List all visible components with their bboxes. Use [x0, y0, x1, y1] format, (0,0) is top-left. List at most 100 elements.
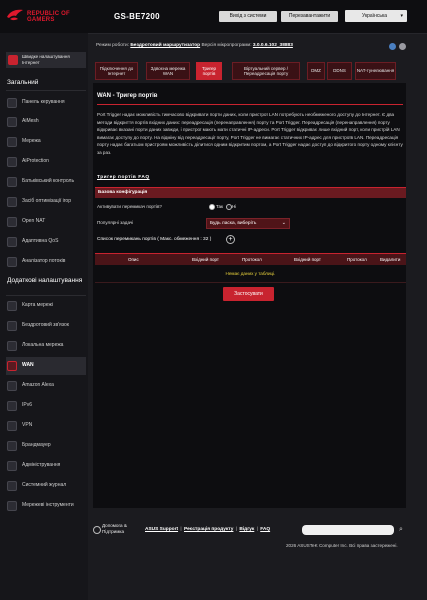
- sidebar-item-label: Системний журнал: [22, 482, 67, 488]
- log-icon: [7, 481, 17, 491]
- feedback-link[interactable]: Відгук: [239, 527, 254, 532]
- sidebar-item-label: VPN: [22, 422, 33, 428]
- sidebar-heading-general: Загальний: [7, 79, 39, 86]
- footer-search-input[interactable]: [302, 525, 394, 535]
- firmware-version-link[interactable]: 3.0.0.6.102_38883: [253, 43, 293, 48]
- gamepad-icon: [7, 197, 17, 207]
- vpn-icon: [7, 421, 17, 431]
- sidebar-item-network-tools[interactable]: Мережеві інструменти: [6, 497, 86, 515]
- parental-icon: [7, 177, 17, 187]
- mesh-icon: [7, 117, 17, 127]
- page-description: Port Trigger надає можливість тимчасово …: [97, 112, 403, 155]
- sidebar-item-lan[interactable]: Локальна мережа: [6, 337, 86, 355]
- faq-link[interactable]: Тригер портів FAQ: [97, 175, 150, 180]
- sidebar-item-label: Карта мережі: [22, 302, 53, 308]
- enable-yes-label: Так: [216, 204, 224, 209]
- brand-name: REPUBLIC OF GAMERS: [27, 11, 70, 23]
- basic-config-header: Базова конфігурація: [95, 187, 406, 198]
- tab-ddns[interactable]: DDNS: [327, 62, 352, 80]
- sidebar-item-label: Мережеві інструменти: [22, 502, 74, 508]
- app-icon[interactable]: [389, 43, 396, 50]
- sidebar-item-aiprotection[interactable]: AiProtection: [6, 153, 86, 171]
- sidebar-item-alexa[interactable]: Amazon Alexa: [6, 377, 86, 395]
- sidebar-item-wan[interactable]: WAN: [6, 357, 86, 375]
- tab-port-trigger[interactable]: Тригер портів: [196, 62, 222, 80]
- ipv6-icon: [7, 401, 17, 411]
- qos-icon: [7, 237, 17, 247]
- sidebar-item-label: Open NAT: [22, 218, 46, 224]
- sidebar-item-firewall[interactable]: Брандмауер: [6, 437, 86, 455]
- gear-icon[interactable]: [399, 43, 406, 50]
- column-header: Видалити: [380, 257, 401, 262]
- firmware-prefix: Версія мікропрограми:: [201, 43, 252, 48]
- column-header: Опис: [128, 257, 139, 262]
- sidebar-item-label: Засіб оптимізації ігор: [22, 198, 71, 204]
- sidebar-item-game-booster[interactable]: Засіб оптимізації ігор: [6, 193, 86, 211]
- sidebar-item-system-log[interactable]: Системний журнал: [6, 477, 86, 495]
- search-icon[interactable]: ⌕: [399, 526, 403, 534]
- tools-icon: [7, 501, 17, 511]
- alexa-icon: [7, 381, 17, 391]
- sidebar-item-label: Адміністрування: [22, 462, 61, 468]
- sidebar-item-qos[interactable]: Адаптивна QoS: [6, 233, 86, 251]
- add-rule-button[interactable]: +: [226, 235, 235, 244]
- tab-dmz[interactable]: DMZ: [307, 62, 325, 80]
- tab-internet-connection[interactable]: Підключення до Інтернет: [95, 62, 138, 80]
- column-header: Вхідний порт: [294, 257, 321, 262]
- sidebar-item-quick-setup[interactable]: Швидке налаштування Інтернет: [6, 52, 86, 68]
- product-registration-link[interactable]: Реєстрація продукту: [184, 527, 233, 532]
- apply-button[interactable]: Застосувати: [223, 287, 274, 301]
- sidebar-item-label: Amazon Alexa: [22, 382, 54, 388]
- enable-yes-radio[interactable]: [209, 204, 215, 210]
- tab-virtual-server[interactable]: Віртуальний сервер / Переадресація порту: [232, 62, 300, 80]
- model-name: GS-BE7200: [114, 12, 160, 21]
- quick-setup-icon: [8, 55, 18, 65]
- sidebar-item-parental[interactable]: Батьківський контроль: [6, 173, 86, 191]
- sidebar-item-network[interactable]: Мережа: [6, 133, 86, 151]
- logout-button[interactable]: Вихід з системи: [219, 11, 277, 22]
- popular-tasks-label: Популярні задачі: [97, 220, 134, 225]
- chevron-down-icon: ▾: [400, 13, 403, 19]
- table-empty-row: Немає даних у таблиці.: [95, 264, 406, 283]
- mode-prefix: Режим роботи:: [96, 43, 129, 48]
- language-select[interactable]: Українська ▾: [345, 10, 407, 22]
- sidebar-item-traffic-analyzer[interactable]: Аналізатор потоків: [6, 253, 86, 271]
- globe-icon: [7, 361, 17, 371]
- copyright-text: 2026 ASUSTeK Computer Inc. Всі права зас…: [286, 543, 398, 548]
- sidebar-item-ipv6[interactable]: IPv6: [6, 397, 86, 415]
- sidebar-item-label: Панель керування: [22, 99, 65, 105]
- sidebar-item-dashboard[interactable]: Панель керування: [6, 94, 86, 112]
- sidebar-item-vpn[interactable]: VPN: [6, 417, 86, 435]
- chevron-down-icon: ⌄: [281, 220, 286, 226]
- sidebar-item-open-nat[interactable]: Open NAT: [6, 213, 86, 231]
- reboot-button[interactable]: Перезавантажити: [281, 11, 338, 22]
- sidebar-item-label: Бездротовий зв'язок: [22, 322, 69, 328]
- asus-support-link[interactable]: ASUS Support: [145, 527, 178, 532]
- tab-nat-passthrough[interactable]: NAT-тунелювання: [355, 62, 396, 80]
- sidebar-divider: [6, 90, 86, 91]
- operation-mode-link[interactable]: Бездротовий маршрутизатор: [130, 43, 200, 48]
- dashboard-icon: [7, 98, 17, 108]
- sidebar-item-label: Адаптивна QoS: [22, 238, 59, 244]
- sidebar-item-aimesh[interactable]: AiMesh: [6, 113, 86, 131]
- popular-tasks-select[interactable]: Будь ласка, виберіть ⌄: [206, 218, 290, 229]
- column-header: Вхідний порт: [192, 257, 219, 262]
- sidebar-item-label: Швидке налаштування Інтернет: [22, 54, 70, 65]
- popular-tasks-value: Будь ласка, виберіть: [210, 221, 257, 226]
- sidebar-item-administration[interactable]: Адміністрування: [6, 457, 86, 475]
- basic-config-title: Базова конфігурація: [98, 190, 148, 195]
- help-support-link[interactable]: Допомога & Підтримка: [102, 523, 127, 534]
- column-header: Протокол: [347, 257, 367, 262]
- column-header: Протокол: [242, 257, 262, 262]
- faq-footer-link[interactable]: FAQ: [260, 527, 270, 532]
- footer-links: ASUS Support | Реєстрація продукту | Від…: [145, 527, 271, 532]
- tab-dual-wan[interactable]: Здвоєна мережа WAN: [146, 62, 190, 80]
- open-nat-icon: [7, 217, 17, 227]
- sidebar-item-network-map[interactable]: Карта мережі: [6, 297, 86, 315]
- sidebar-item-label: Аналізатор потоків: [22, 258, 66, 264]
- title-divider: [97, 104, 403, 105]
- sidebar-item-wireless[interactable]: Бездротовий зв'язок: [6, 317, 86, 335]
- empty-table-text: Немає даних у таблиці.: [225, 271, 276, 276]
- enable-trigger-label: Активувати перемикач портів?: [97, 204, 162, 209]
- trigger-list-title: Список перемикань портів ( Макс. обмежен…: [97, 237, 212, 242]
